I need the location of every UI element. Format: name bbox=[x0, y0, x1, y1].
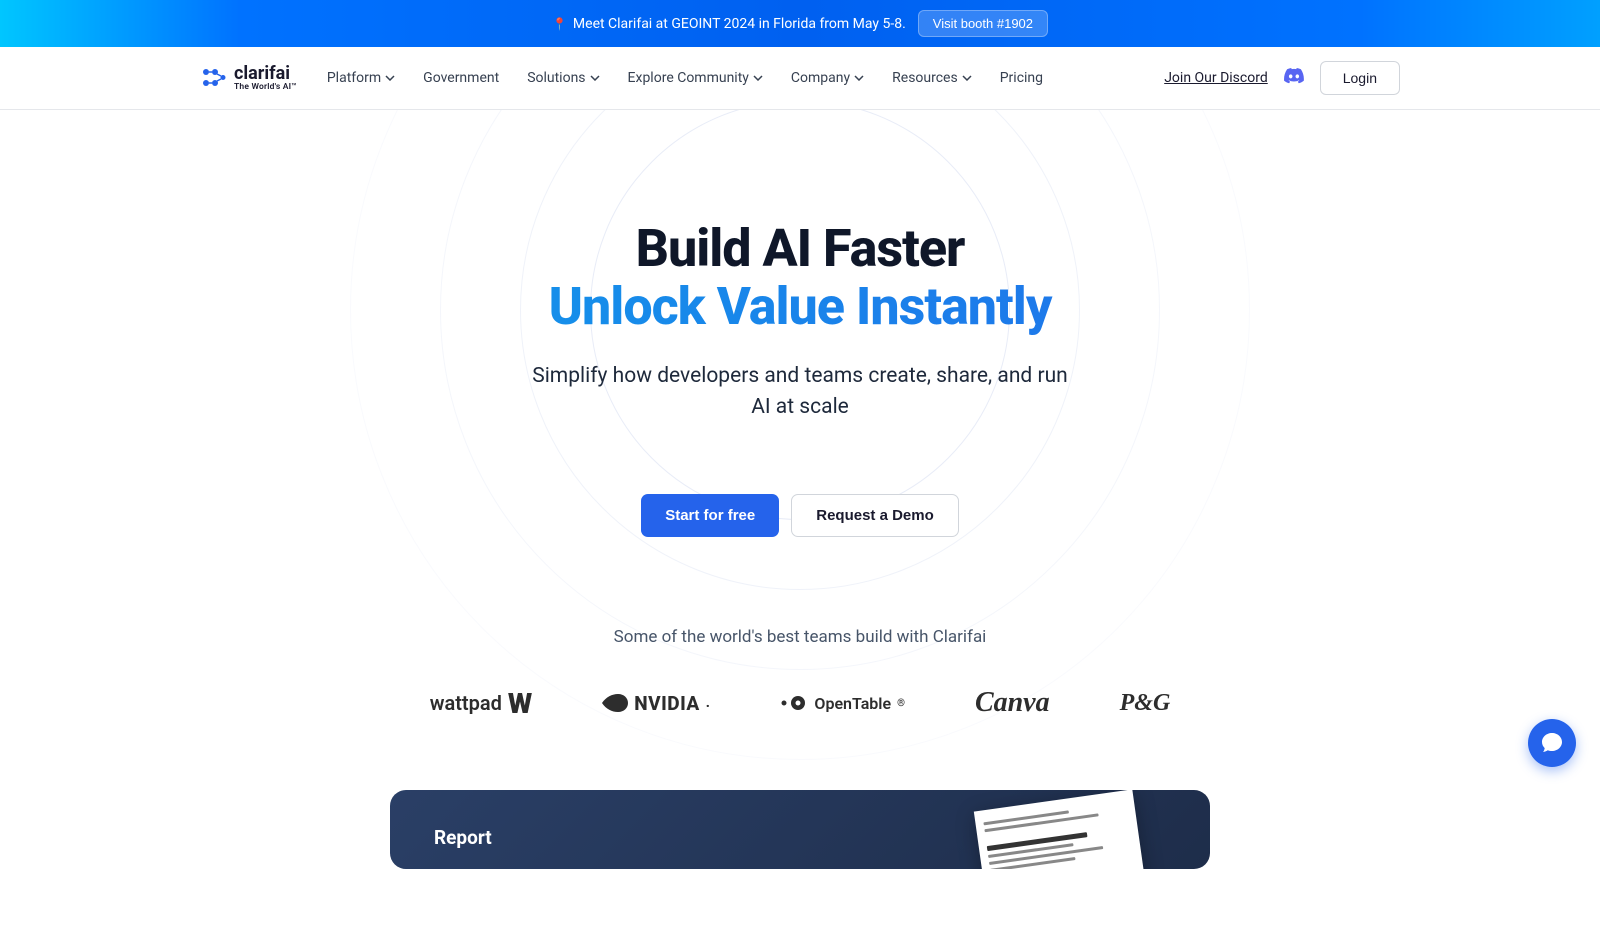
opentable-icon bbox=[780, 695, 808, 711]
hero-cta-group: Start for free Request a Demo bbox=[20, 494, 1580, 537]
main-nav: Platform Government Solutions Explore Co… bbox=[327, 70, 1043, 86]
nav-solutions[interactable]: Solutions bbox=[527, 70, 599, 86]
request-demo-button[interactable]: Request a Demo bbox=[791, 494, 959, 537]
pg-logo: P&G bbox=[1120, 690, 1171, 717]
chevron-down-icon bbox=[854, 73, 864, 83]
header-right: Join Our Discord Login bbox=[1164, 61, 1400, 95]
opentable-text: OpenTable bbox=[814, 694, 891, 713]
nav-platform[interactable]: Platform bbox=[327, 70, 395, 86]
logo-text: clarifai The World's AI™ bbox=[234, 65, 297, 92]
announcement-cta-button[interactable]: Visit booth #1902 bbox=[918, 10, 1048, 37]
hero-content: Build AI Faster Unlock Value Instantly S… bbox=[20, 220, 1580, 869]
wattpad-text: wattpad bbox=[430, 691, 502, 715]
discord-link[interactable]: Join Our Discord bbox=[1164, 70, 1268, 86]
hero-subtitle: Simplify how developers and teams create… bbox=[520, 361, 1080, 424]
logo-link[interactable]: clarifai The World's AI™ bbox=[200, 65, 297, 92]
nav-label: Solutions bbox=[527, 70, 585, 86]
nav-label: Platform bbox=[327, 70, 381, 86]
nav-label: Resources bbox=[892, 70, 958, 86]
report-document-thumbnail bbox=[974, 790, 1146, 869]
canva-text: Canva bbox=[975, 687, 1050, 719]
chevron-down-icon bbox=[753, 73, 763, 83]
nav-pricing[interactable]: Pricing bbox=[1000, 70, 1043, 86]
canva-logo: Canva bbox=[975, 687, 1050, 719]
nav-government[interactable]: Government bbox=[423, 70, 499, 86]
wattpad-logo: wattpad W bbox=[430, 687, 533, 720]
nav-label: Company bbox=[791, 70, 850, 86]
discord-icon[interactable] bbox=[1284, 68, 1304, 89]
brand-logos-row: wattpad W NVIDIA. OpenTable® Canva bbox=[20, 687, 1580, 720]
chevron-down-icon bbox=[962, 73, 972, 83]
wattpad-w-icon: W bbox=[508, 687, 532, 720]
logo-name: clarifai bbox=[234, 65, 297, 83]
nvidia-eye-icon bbox=[602, 694, 628, 712]
report-card[interactable]: Report bbox=[390, 790, 1210, 869]
chevron-down-icon bbox=[385, 73, 395, 83]
hero-title-line-2: Unlock Value Instantly bbox=[20, 277, 1580, 337]
hero-section: Build AI Faster Unlock Value Instantly S… bbox=[0, 110, 1600, 929]
opentable-logo: OpenTable® bbox=[780, 694, 905, 713]
start-free-button[interactable]: Start for free bbox=[641, 494, 779, 537]
announcement-banner: 📍 Meet Clarifai at GEOINT 2024 in Florid… bbox=[0, 0, 1600, 47]
social-proof-label: Some of the world's best teams build wit… bbox=[20, 627, 1580, 647]
nav-company[interactable]: Company bbox=[791, 70, 864, 86]
announcement-text: 📍 Meet Clarifai at GEOINT 2024 in Florid… bbox=[552, 16, 906, 32]
nav-label: Explore Community bbox=[628, 70, 749, 86]
hero-title-line-1: Build AI Faster bbox=[20, 220, 1580, 277]
announcement-message: Meet Clarifai at GEOINT 2024 in Florida … bbox=[573, 16, 906, 32]
nav-label: Government bbox=[423, 70, 499, 86]
nav-resources[interactable]: Resources bbox=[892, 70, 972, 86]
nvidia-text: NVIDIA bbox=[634, 692, 700, 715]
login-button[interactable]: Login bbox=[1320, 61, 1400, 95]
nav-explore-community[interactable]: Explore Community bbox=[628, 70, 763, 86]
logo-tagline: The World's AI™ bbox=[234, 83, 297, 92]
nav-label: Pricing bbox=[1000, 70, 1043, 86]
nvidia-logo: NVIDIA. bbox=[602, 692, 710, 715]
clarifai-logo-icon bbox=[200, 65, 226, 91]
site-header: clarifai The World's AI™ Platform Govern… bbox=[0, 47, 1600, 110]
pin-icon: 📍 bbox=[552, 17, 567, 31]
chevron-down-icon bbox=[590, 73, 600, 83]
header-inner: clarifai The World's AI™ Platform Govern… bbox=[160, 61, 1440, 95]
pg-text: P&G bbox=[1120, 690, 1171, 717]
